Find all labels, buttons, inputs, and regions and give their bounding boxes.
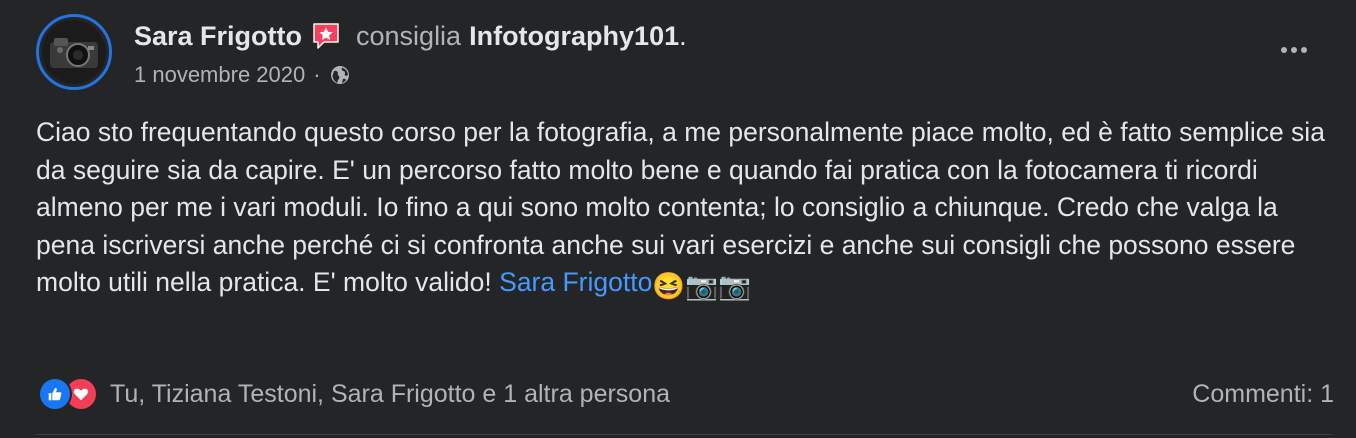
- post-date[interactable]: 1 novembre 2020: [134, 62, 305, 88]
- emoji-group: 😆📷📷: [652, 271, 752, 301]
- recommendation-star-icon: [310, 20, 342, 52]
- more-options-button[interactable]: [1274, 32, 1314, 68]
- reaction-icons[interactable]: [38, 377, 98, 411]
- author-mention-link[interactable]: Sara Frigotto: [499, 267, 652, 297]
- comments-count[interactable]: Commenti: 1: [1192, 380, 1334, 409]
- globe-icon[interactable]: [329, 64, 351, 86]
- post-body: Ciao sto frequentando questo corso per l…: [36, 114, 1326, 306]
- like-icon: [38, 377, 72, 411]
- author-name[interactable]: Sara Frigotto: [134, 21, 302, 52]
- header-period: .: [679, 20, 687, 51]
- meta-separator: ·: [313, 62, 321, 87]
- reactions-summary[interactable]: Tu, Tiziana Testoni, Sara Frigotto e 1 a…: [110, 380, 1192, 409]
- recommended-page-name[interactable]: Infotography101: [469, 21, 679, 52]
- author-avatar[interactable]: [36, 14, 112, 90]
- avatar-image: [42, 20, 106, 84]
- reactions-bar: Tu, Tiziana Testoni, Sara Frigotto e 1 a…: [38, 374, 1334, 414]
- recommendation-post: Sara Frigotto consiglia Infotography101 …: [0, 0, 1356, 438]
- post-header: Sara Frigotto consiglia Infotography101 …: [134, 18, 687, 54]
- post-meta: 1 novembre 2020 ·: [134, 60, 351, 90]
- divider: [36, 434, 1332, 435]
- recommend-verb: consiglia: [356, 20, 462, 51]
- more-options-icon: [1281, 47, 1307, 53]
